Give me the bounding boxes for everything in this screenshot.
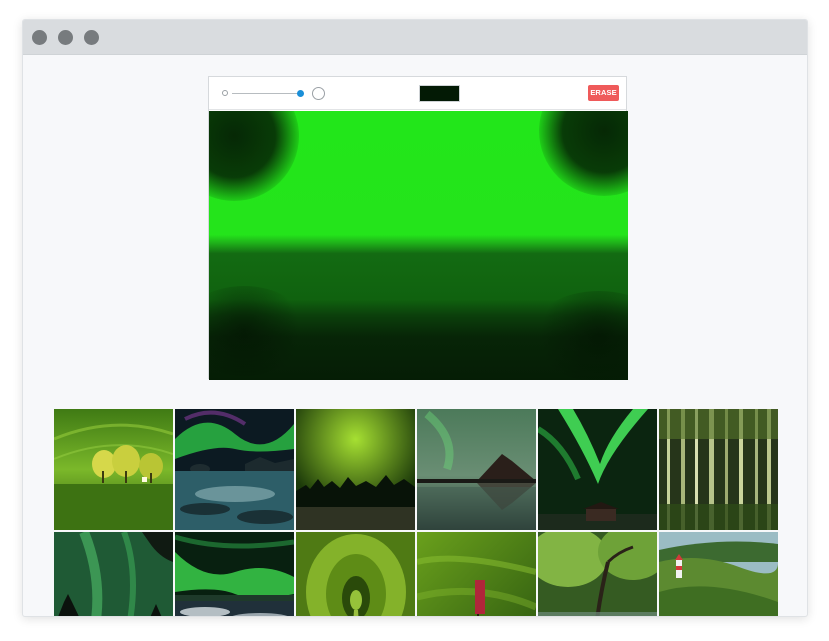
close-dot-icon[interactable] [32, 30, 47, 45]
minimize-dot-icon[interactable] [58, 30, 73, 45]
color-picker-swatch[interactable] [419, 85, 460, 102]
gallery-thumb-aurora-over-rocky-coast[interactable] [175, 409, 294, 530]
gallery-thumb-green-hills-with-lighthouse[interactable] [659, 532, 778, 616]
brush-large-icon [312, 87, 325, 100]
window-titlebar [23, 20, 807, 55]
paint-editor: ERASE [208, 76, 628, 380]
canvas-stroke [539, 111, 628, 196]
editor-toolbar: ERASE [209, 77, 626, 110]
gallery-thumb-green-forest-stream[interactable] [538, 532, 657, 616]
canvas-stroke [209, 111, 299, 201]
brush-size-slider-handle[interactable] [297, 90, 304, 97]
maximize-dot-icon[interactable] [84, 30, 99, 45]
gallery-thumb-trees-in-green-field[interactable] [54, 409, 173, 530]
brush-size-slider[interactable] [232, 93, 304, 94]
canvas-stroke [529, 291, 628, 380]
gallery-thumb-aurora-over-mountain-lake[interactable] [417, 409, 536, 530]
gallery-thumb-green-tree-tunnel[interactable] [296, 532, 415, 616]
gallery-thumb-aurora-swirl-over-cabin[interactable] [538, 409, 657, 530]
gallery-thumb-green-grass-with-sign[interactable] [417, 532, 536, 616]
brush-small-icon [222, 90, 228, 96]
gallery-thumb-aurora-over-treeline[interactable] [296, 409, 415, 530]
drawing-canvas[interactable] [209, 111, 628, 380]
browser-window: ERASE [22, 19, 808, 617]
gallery-thumb-aurora-over-snowy-shore[interactable] [175, 532, 294, 616]
canvas-stroke [209, 286, 309, 376]
image-gallery [54, 409, 782, 616]
gallery-thumb-aurora-over-silhouettes[interactable] [54, 532, 173, 616]
gallery-thumb-bamboo-forest[interactable] [659, 409, 778, 530]
erase-button[interactable]: ERASE [588, 85, 619, 101]
